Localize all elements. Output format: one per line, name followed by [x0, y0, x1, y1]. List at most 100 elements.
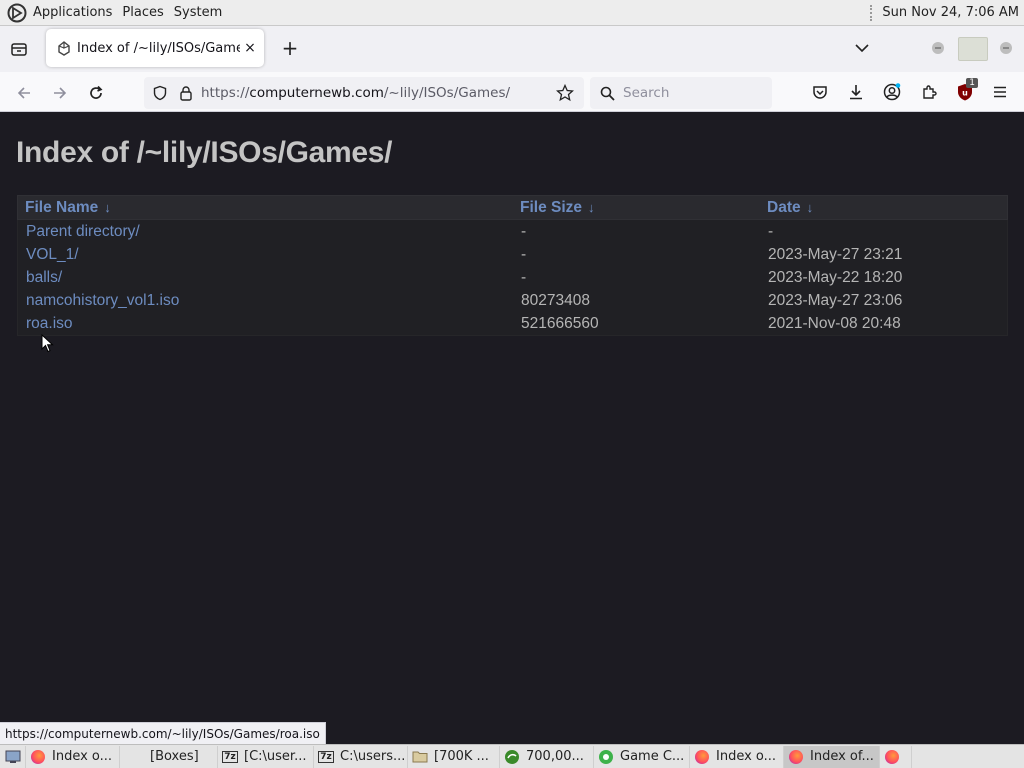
table-row: balls/ - 2023-May-22 18:20 [18, 266, 1007, 289]
tab-close-button[interactable]: × [240, 40, 260, 56]
firefox-view-icon [11, 43, 27, 56]
panel-drag-handle[interactable] [870, 4, 874, 21]
close-icon [1000, 42, 1012, 54]
downloads-button[interactable] [846, 82, 866, 102]
minimize-icon [932, 42, 944, 54]
system-menu[interactable]: System [174, 5, 222, 20]
search-icon [600, 86, 615, 101]
search-input[interactable]: Search [590, 77, 772, 109]
file-date: 2023-May-27 23:21 [768, 245, 903, 263]
taskbar-item-label: [Boxes] [150, 749, 199, 764]
firefox-view-button[interactable] [8, 38, 30, 60]
file-size: 521666560 [521, 314, 599, 332]
link-status-bar: https://computernewb.com/~lily/ISOs/Game… [0, 722, 326, 744]
file-date: 2023-May-27 23:06 [768, 291, 903, 309]
tab-title: Index of /~lily/ISOs/Games/ [77, 40, 240, 56]
svg-text:u: u [962, 89, 968, 98]
column-header-size: File Size [520, 198, 583, 216]
file-date: - [768, 222, 774, 240]
url-host: computernewb.com [249, 85, 384, 101]
folder-icon [412, 749, 428, 765]
taskbar-item-firefox-4[interactable] [880, 745, 912, 768]
shield-icon[interactable] [152, 85, 168, 101]
search-placeholder: Search [623, 85, 670, 101]
table-row: VOL_1/ - 2023-May-27 23:21 [18, 243, 1007, 266]
clock[interactable]: Sun Nov 24, 7:06 AM [882, 5, 1019, 20]
places-menu[interactable]: Places [122, 5, 163, 20]
puzzle-icon [923, 85, 937, 99]
taskbar-item-7zip-2[interactable]: 7z C:\users... [314, 745, 408, 768]
file-date: 2023-May-22 18:20 [768, 268, 903, 286]
account-button[interactable] [882, 82, 902, 102]
file-listing-table: File Name ↓ File Size ↓ Date ↓ Parent direc… [17, 195, 1008, 336]
column-header-name: File Name [25, 198, 99, 216]
taskbar-item-game[interactable]: Game C... [594, 745, 690, 768]
desktop-icon [5, 750, 20, 763]
game-icon [598, 749, 614, 765]
taskbar-item-label: [700K ... [434, 749, 489, 764]
column-header-date: Date [767, 198, 801, 216]
taskbar-item-label: C:\users... [340, 749, 406, 764]
firefox-icon [884, 749, 900, 765]
forward-button[interactable] [49, 82, 71, 104]
file-link-parent-directory[interactable]: Parent directory/ [26, 223, 140, 241]
taskbar-item-7zip-1[interactable]: 7z [C:\user... [218, 745, 314, 768]
taskbar-item-label: Index of... [810, 749, 874, 764]
pocket-button[interactable] [810, 82, 830, 102]
file-link-namcohistory-vol1-iso[interactable]: namcohistory_vol1.iso [26, 292, 179, 310]
taskbar-item-firefox-1[interactable]: Index o... [26, 745, 120, 768]
app-menu-button[interactable] [990, 82, 1010, 102]
list-all-tabs-button[interactable] [852, 38, 872, 58]
taskbar-item-label: Index o... [52, 749, 113, 764]
firefox-icon [694, 749, 710, 765]
taskbar-item-label: [C:\user... [244, 749, 307, 764]
download-icon [850, 85, 862, 100]
debian-logo-icon[interactable] [7, 3, 27, 23]
taskbar: Index o... [Boxes] 7z [C:\user... 7z C:\… [0, 744, 1024, 768]
taskbar-item-torrent[interactable]: 700,00... [500, 745, 594, 768]
page-title: Index of /~lily/ISOs/Games/ [16, 136, 393, 169]
taskbar-item-label: 700,00... [526, 749, 584, 764]
url-bar[interactable]: https://computernewb.com/~lily/ISOs/Game… [144, 77, 584, 109]
taskbar-item-boxes[interactable]: [Boxes] [120, 745, 218, 768]
window-minimize-button[interactable] [930, 40, 946, 56]
window-maximize-button[interactable] [958, 37, 988, 61]
tab-favicon-icon [58, 41, 70, 56]
table-header: File Name ↓ File Size ↓ Date ↓ [17, 195, 1008, 220]
file-size: - [521, 268, 527, 286]
tab-active[interactable]: Index of /~lily/ISOs/Games/ × [46, 29, 264, 67]
url-path: /~lily/ISOs/Games/ [383, 85, 511, 101]
sort-arrow-down-icon: ↓ [806, 200, 814, 215]
ublock-origin-button[interactable]: u 1 [954, 78, 978, 104]
arrow-right-icon [54, 87, 67, 99]
file-link-balls[interactable]: balls/ [26, 269, 62, 287]
back-button[interactable] [13, 82, 35, 104]
sort-by-size-link[interactable]: File Size ↓ [520, 199, 595, 217]
file-link-roa-iso[interactable]: roa.iso [26, 315, 73, 333]
reload-button[interactable] [85, 82, 107, 104]
page-content: Index of /~lily/ISOs/Games/ File Name ↓ F… [0, 113, 1024, 720]
firefox-icon [30, 749, 46, 765]
taskbar-item-label: Index o... [716, 749, 777, 764]
taskbar-item-firefox-3[interactable]: Index of... [784, 745, 880, 768]
url-text[interactable]: https://computernewb.com/~lily/ISOs/Game… [201, 85, 510, 101]
table-body: Parent directory/ - - VOL_1/ - 2023-May-… [17, 220, 1008, 336]
lock-icon[interactable] [179, 85, 193, 101]
taskbar-item-firefox-2[interactable]: Index o... [690, 745, 784, 768]
sort-by-name-link[interactable]: File Name ↓ [25, 199, 111, 217]
pocket-icon [813, 86, 827, 99]
extensions-button[interactable] [919, 82, 939, 102]
file-date: 2021-Nov-08 20:48 [768, 314, 901, 332]
sort-by-date-link[interactable]: Date ↓ [767, 199, 813, 217]
taskbar-item-label: Game C... [620, 749, 685, 764]
bookmark-star-icon[interactable] [556, 84, 574, 102]
window-close-button[interactable] [998, 40, 1014, 56]
table-row: roa.iso 521666560 2021-Nov-08 20:48 [18, 312, 1007, 335]
show-desktop-button[interactable] [0, 745, 26, 768]
file-link-vol-1[interactable]: VOL_1/ [26, 246, 79, 264]
new-tab-button[interactable]: + [279, 36, 301, 60]
applications-menu[interactable]: Applications [33, 5, 112, 20]
taskbar-item-folder[interactable]: [700K ... [408, 745, 500, 768]
account-icon [883, 83, 901, 101]
table-row: namcohistory_vol1.iso 80273408 2023-May-… [18, 289, 1007, 312]
